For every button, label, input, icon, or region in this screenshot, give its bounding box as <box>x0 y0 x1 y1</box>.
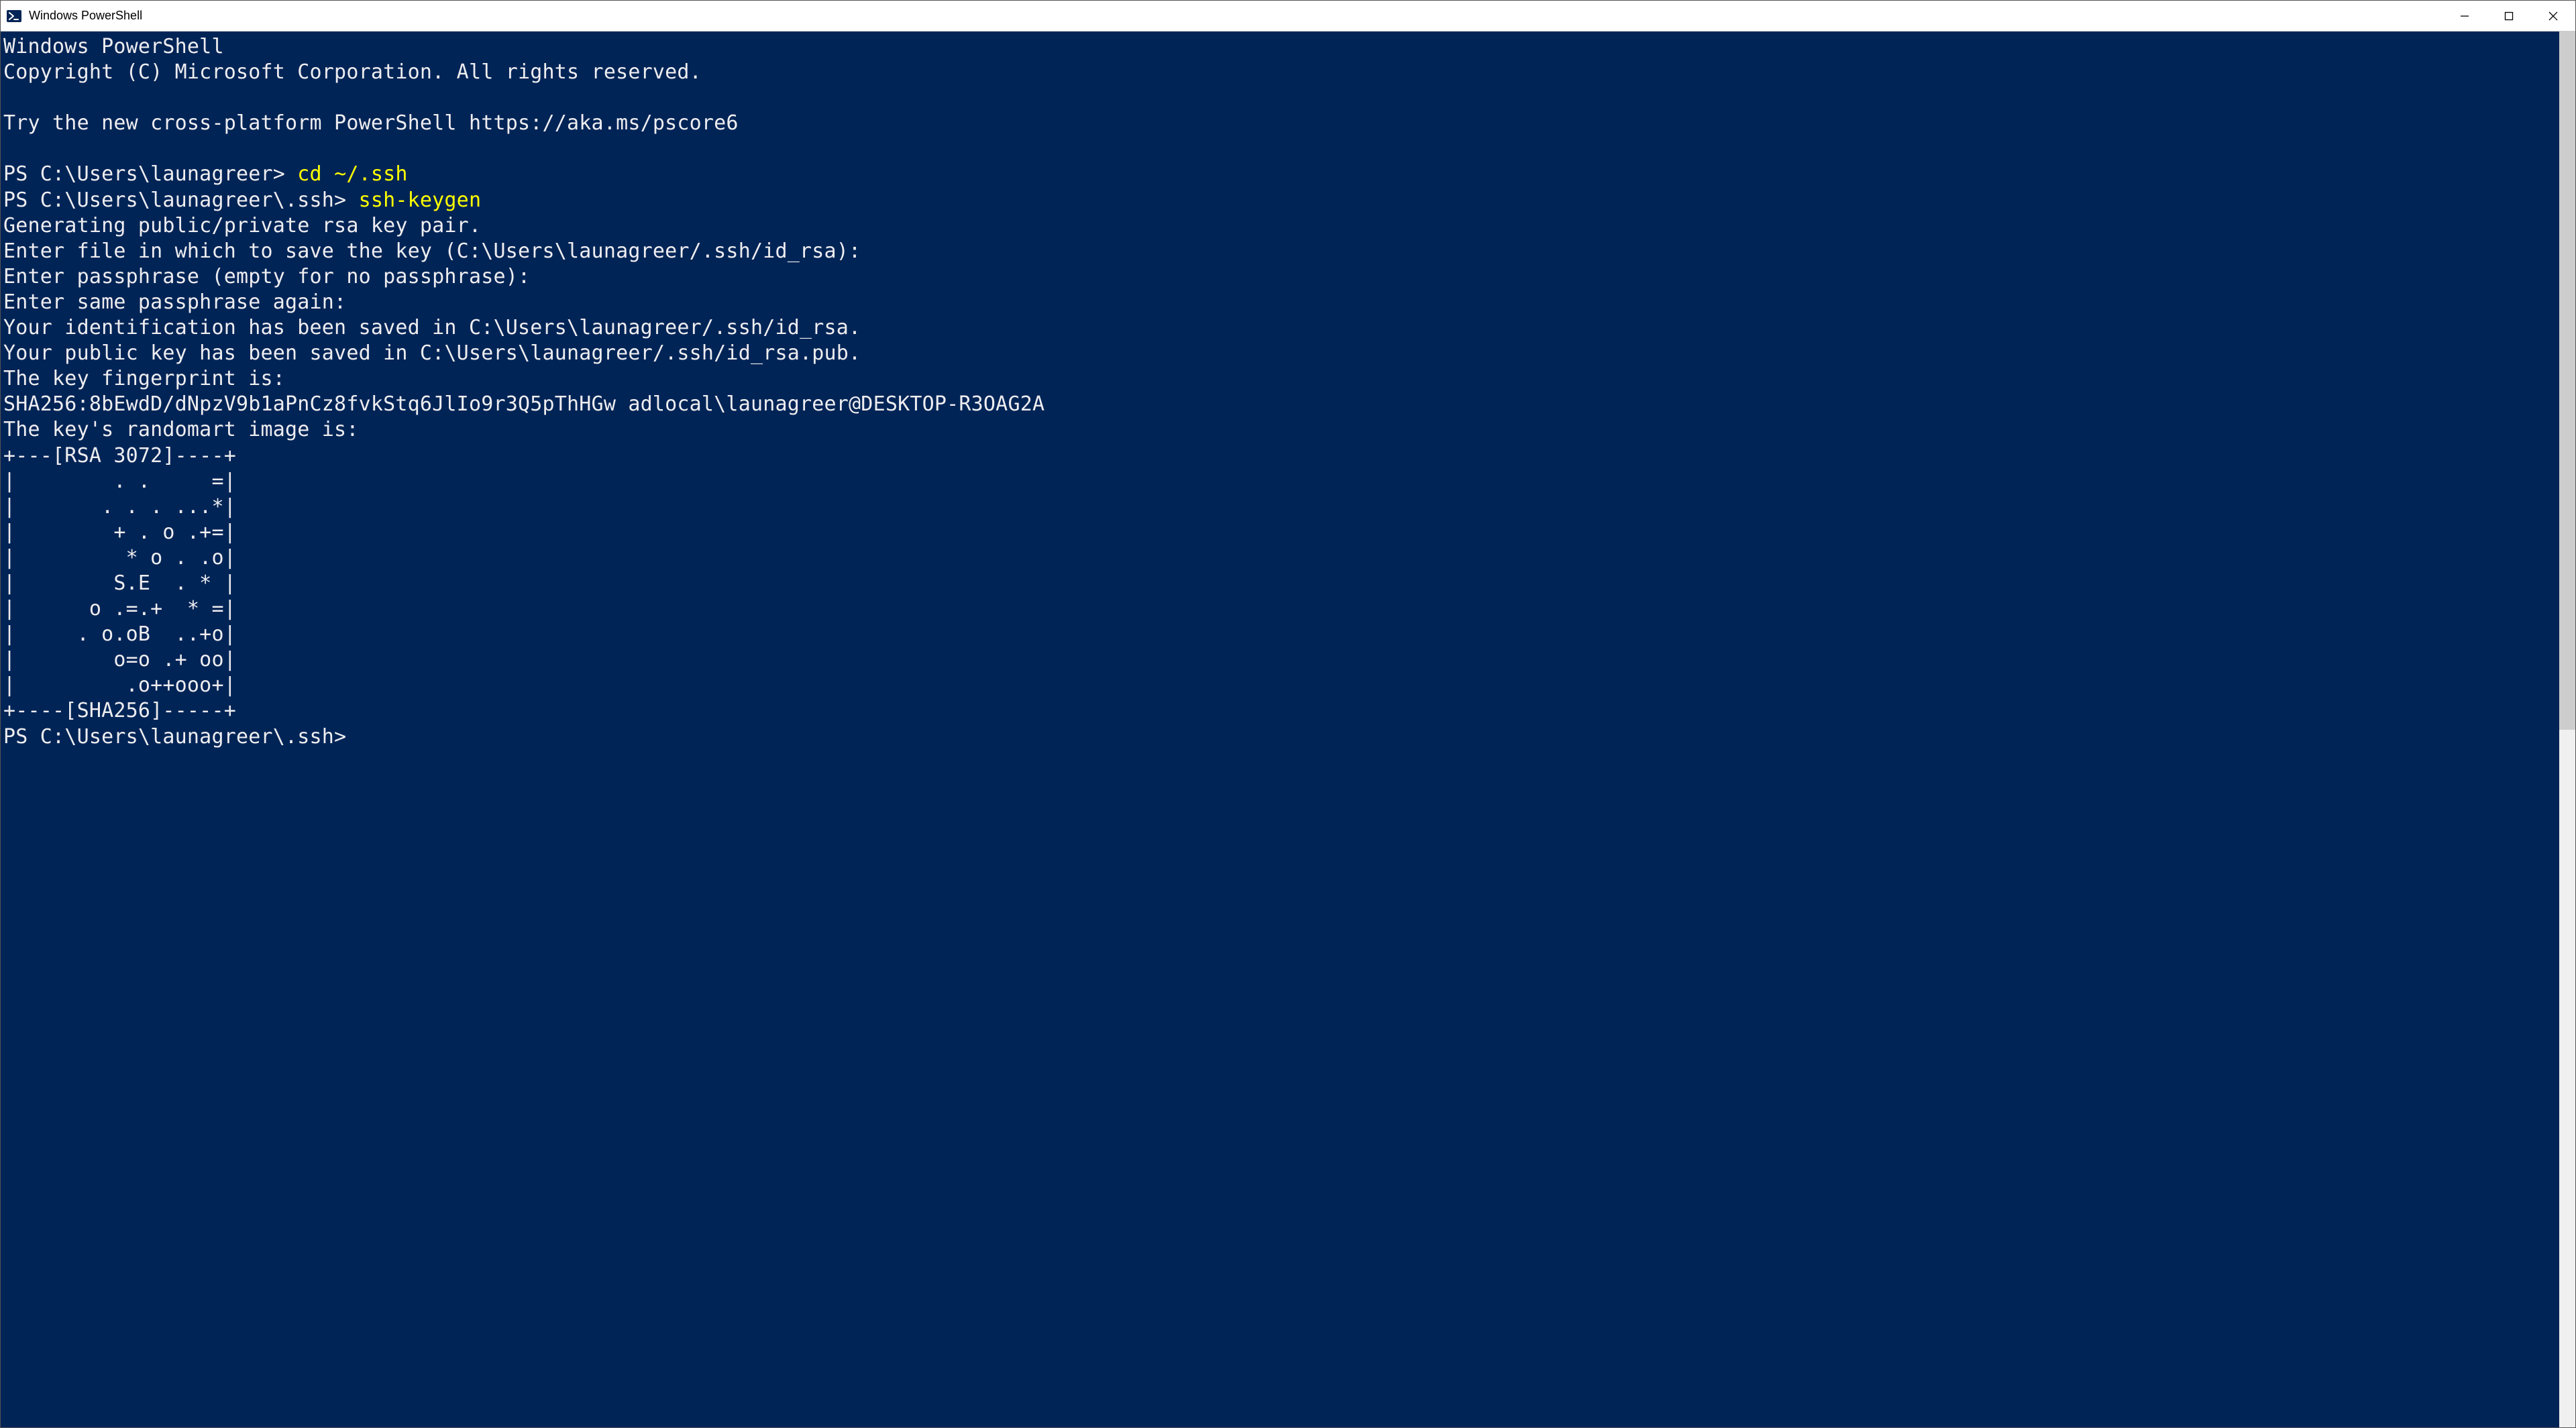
scrollbar-thumb[interactable] <box>2559 32 2575 730</box>
command-text: ssh-keygen <box>359 188 482 212</box>
randomart-line: | S.E . * | <box>3 571 236 595</box>
content-area: Windows PowerShell Copyright (C) Microso… <box>1 32 2575 1427</box>
close-button[interactable] <box>2531 1 2575 31</box>
maximize-button[interactable] <box>2487 1 2531 31</box>
randomart-line: | o .=.+ * =| <box>3 597 236 620</box>
output-line: The key's randomart image is: <box>3 418 359 441</box>
output-line: Enter same passphrase again: <box>3 290 346 314</box>
vertical-scrollbar[interactable] <box>2559 32 2575 1427</box>
randomart-line: | .o++ooo+| <box>3 673 236 697</box>
window-controls <box>2443 1 2575 31</box>
output-line: Your identification has been saved in C:… <box>3 316 861 339</box>
banner-line: Windows PowerShell <box>3 35 224 58</box>
prompt: PS C:\Users\launagreer\.ssh> <box>3 725 359 749</box>
output-line: SHA256:8bEwdD/dNpzV9b1aPnCz8fvkStq6JlIo9… <box>3 392 1044 416</box>
try-line: Try the new cross-platform PowerShell ht… <box>3 111 739 135</box>
randomart-line: | . . =| <box>3 470 236 493</box>
randomart-line: | + . o .+=| <box>3 520 236 544</box>
output-line: Enter passphrase (empty for no passphras… <box>3 265 530 288</box>
randomart-line: +----[SHA256]-----+ <box>3 699 236 722</box>
terminal-output[interactable]: Windows PowerShell Copyright (C) Microso… <box>1 32 2559 1427</box>
prompt: PS C:\Users\launagreer\.ssh> <box>3 188 359 212</box>
randomart-line: | * o . .o| <box>3 546 236 569</box>
randomart-line: +---[RSA 3072]----+ <box>3 444 236 468</box>
powershell-window: Windows PowerShell Windows PowerShell Co… <box>0 0 2576 1428</box>
prompt: PS C:\Users\launagreer> <box>3 162 297 186</box>
banner-line: Copyright (C) Microsoft Corporation. All… <box>3 60 702 84</box>
output-line: The key fingerprint is: <box>3 367 285 390</box>
window-title: Windows PowerShell <box>29 9 2443 23</box>
command-text: cd ~/.ssh <box>297 162 407 186</box>
titlebar[interactable]: Windows PowerShell <box>1 1 2575 32</box>
minimize-button[interactable] <box>2443 1 2487 31</box>
output-line: Enter file in which to save the key (C:\… <box>3 239 861 263</box>
powershell-icon <box>6 8 22 24</box>
output-line: Your public key has been saved in C:\Use… <box>3 341 861 365</box>
output-line: Generating public/private rsa key pair. <box>3 214 481 237</box>
randomart-line: | o=o .+ oo| <box>3 648 236 671</box>
randomart-line: | . . . ...*| <box>3 495 236 518</box>
randomart-line: | . o.oB ..+o| <box>3 622 236 646</box>
